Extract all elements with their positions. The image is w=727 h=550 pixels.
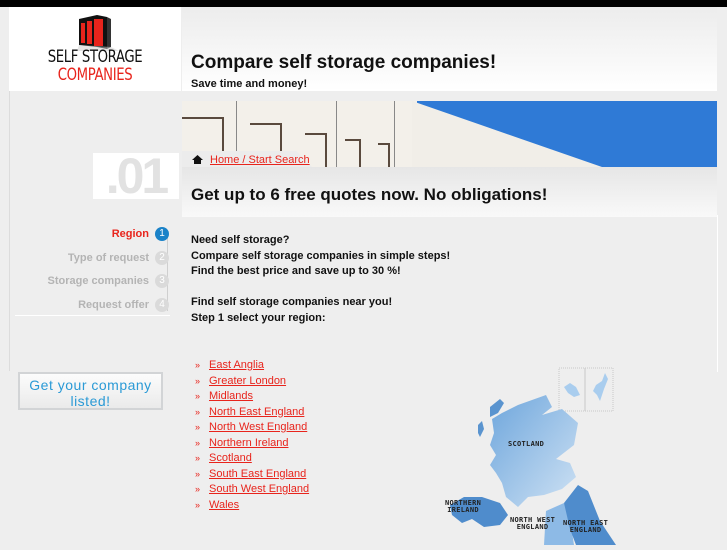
breadcrumb-home-link[interactable]: Home / Start Search — [210, 154, 310, 166]
cta-line-2: listed! — [70, 393, 111, 409]
orkney-shape — [564, 383, 580, 397]
map-label-northern-ireland: NORTHERN IRELAND — [445, 500, 481, 514]
banner-door — [325, 133, 327, 167]
map-label-scotland: SCOTLAND — [508, 440, 545, 448]
region-link-northern-ireland[interactable]: Northern Ireland — [209, 437, 289, 449]
region-link-east-anglia[interactable]: East Anglia — [209, 359, 264, 371]
chevron-right-icon: » — [195, 391, 201, 401]
step-progress: Region 1 Type of request 2 Storage compa… — [15, 226, 171, 320]
chevron-right-icon: » — [195, 484, 201, 494]
cta-line-1: Get your company — [29, 377, 152, 393]
list-item: » Midlands — [195, 389, 309, 405]
list-item: » South West England — [195, 482, 309, 498]
region-link-midlands[interactable]: Midlands — [209, 390, 253, 402]
list-item: » Greater London — [195, 374, 309, 390]
top-bar — [0, 0, 727, 7]
divider — [15, 315, 170, 316]
intro-text: Need self storage? Compare self storage … — [191, 233, 450, 326]
hebrides-shape — [478, 421, 484, 437]
banner-door — [182, 117, 224, 119]
chevron-right-icon: » — [195, 437, 201, 448]
step-label: Request offer — [78, 298, 149, 311]
step-region: Region 1 — [15, 226, 171, 250]
list-item: » North East England — [195, 405, 309, 421]
list-item: » Wales — [195, 498, 309, 514]
intro-line: Compare self storage companies in simple… — [191, 249, 451, 262]
shetland-shape — [593, 373, 608, 401]
region-scotland[interactable] — [490, 395, 578, 507]
quote-banner: Get up to 6 free quotes now. No obligati… — [182, 167, 717, 217]
step-number-badge: 3 — [155, 274, 169, 288]
get-listed-button[interactable]: Get your company listed! — [18, 372, 163, 410]
step-type-of-request: Type of request 2 — [15, 250, 171, 274]
region-link-north-west-england[interactable]: North West England — [209, 421, 307, 433]
region-list: » East Anglia » Greater London » Midlands »… — [195, 358, 309, 513]
region-link-south-west-england[interactable]: South West England — [209, 483, 309, 495]
intro-line: Find self storage companies near you! — [191, 296, 393, 308]
map-label-north-east-england: NORTH EAST ENGLAND — [563, 520, 608, 534]
storage-unit-icon — [77, 15, 119, 51]
divider — [9, 91, 10, 371]
uk-map-graphic — [450, 367, 616, 545]
region-link-south-east-england[interactable]: South East England — [209, 468, 306, 480]
chevron-right-icon: » — [195, 375, 201, 386]
header: Compare self storage companies! Save tim… — [182, 7, 717, 91]
banner-door — [388, 143, 390, 167]
list-item: » Scotland — [195, 451, 309, 467]
step-number-badge: 4 — [155, 297, 169, 312]
region-link-scotland[interactable]: Scotland — [209, 452, 252, 464]
banner-wall-seam — [336, 101, 337, 167]
list-item: » South East England — [195, 467, 309, 483]
banner-wall-seam — [394, 101, 395, 167]
logo-text-bottom: COMPANIES — [57, 65, 133, 85]
step-number-badge: 1 — [155, 227, 169, 241]
uk-region-map: SCOTLAND NORTHERN IRELAND NORTH WEST ENG… — [430, 365, 727, 545]
step-request-offer: Request offer 4 — [15, 297, 171, 321]
intro-line: Step 1 select your region: — [191, 311, 326, 324]
region-link-greater-london[interactable]: Greater London — [209, 375, 286, 387]
banner-door — [359, 139, 361, 167]
list-item: » Northern Ireland — [195, 436, 309, 452]
logo-text-top: SELF STORAGE — [47, 47, 143, 67]
banner-building — [412, 101, 602, 167]
intro-line: Need self storage? — [191, 234, 290, 246]
chevron-right-icon: » — [195, 360, 201, 370]
step-label: Storage companies — [47, 275, 149, 287]
current-step-number: .01 — [93, 151, 179, 201]
page-title: Compare self storage companies! — [191, 52, 497, 73]
chevron-right-icon: » — [195, 422, 201, 432]
map-label-line: ENGLAND — [516, 523, 549, 531]
list-item: » East Anglia — [195, 358, 309, 374]
banner-door — [250, 123, 282, 125]
map-label-line: IRELAND — [447, 506, 479, 514]
step-label: Type of request — [67, 251, 149, 264]
quote-heading: Get up to 6 free quotes now. No obligati… — [191, 185, 548, 204]
step-storage-companies: Storage companies 3 — [15, 273, 171, 297]
region-link-north-east-england[interactable]: North East England — [209, 406, 304, 418]
divider — [717, 215, 718, 372]
banner-door — [305, 133, 327, 135]
home-icon — [192, 155, 203, 164]
map-label-north-west-england: NORTH WEST ENGLAND — [510, 517, 555, 531]
step-label: Region — [111, 228, 149, 240]
step-number-badge: 2 — [155, 250, 169, 265]
map-label-line: ENGLAND — [569, 526, 602, 534]
chevron-right-icon: » — [195, 406, 201, 417]
list-item: » North West England — [195, 420, 309, 436]
intro-line: Find the best price and save up to 30 %! — [191, 265, 401, 277]
chevron-right-icon: » — [195, 453, 201, 463]
region-link-wales[interactable]: Wales — [209, 499, 239, 511]
logo[interactable]: SELF STORAGE COMPANIES — [9, 7, 181, 91]
chevron-right-icon: » — [195, 499, 201, 510]
page-subtitle: Save time and money! — [191, 78, 308, 90]
chevron-right-icon: » — [195, 468, 201, 479]
